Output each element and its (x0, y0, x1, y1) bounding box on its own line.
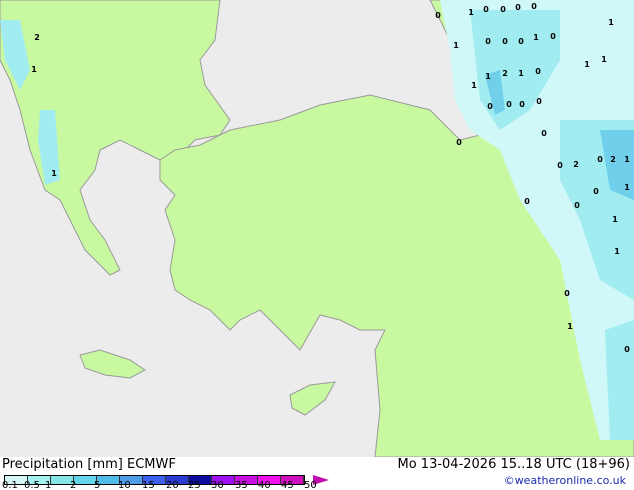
precip-value-label: 0 (541, 129, 547, 138)
precip-value-label: 2 (502, 69, 508, 78)
precip-value-label: 2 (34, 33, 40, 42)
precip-value-label: 0 (524, 197, 530, 206)
precip-value-label: 0 (536, 97, 542, 106)
precip-value-label: 0 (550, 32, 556, 41)
precip-value-label: 1 (624, 183, 630, 192)
precip-value-label: 0 (597, 155, 603, 164)
scale-tick-label: 30 (211, 480, 224, 490)
precip-value-label: 1 (584, 60, 590, 69)
precip-value-label: 0 (518, 37, 524, 46)
scale-tick-label: 35 (235, 480, 248, 490)
precip-value-label: 1 (51, 169, 57, 178)
precip-value-label: 1 (601, 55, 607, 64)
precip-value-label: 1 (608, 18, 614, 27)
precip-value-label: 1 (485, 72, 491, 81)
precip-value-label: 0 (557, 161, 563, 170)
precip-value-label: 1 (468, 8, 474, 17)
precip-value-label: 0 (435, 11, 441, 20)
precip-value-label: 1 (31, 65, 37, 74)
scale-tick-label: 45 (281, 480, 294, 490)
precip-value-label: 0 (502, 37, 508, 46)
scale-tick-label: 0.5 (24, 480, 40, 490)
precip-value-label: 0 (456, 138, 462, 147)
precip-value-label: 0 (593, 187, 599, 196)
precip-value-label: 1 (614, 247, 620, 256)
precip-value-label: 1 (518, 69, 524, 78)
scale-swatch (97, 476, 120, 484)
scale-tick-label: 0.1 (2, 480, 18, 490)
precip-value-label: 0 (515, 3, 521, 12)
weather-map-view: 0100001211000101112101000010002021011001… (0, 0, 634, 490)
scale-tick-label: 50 (304, 480, 317, 490)
scale-tick-label: 15 (142, 480, 155, 490)
precip-value-label: 0 (519, 100, 525, 109)
precip-value-label: 0 (487, 102, 493, 111)
precip-value-label: 0 (506, 100, 512, 109)
precipitation-map[interactable]: 0 1 0 0 0 01211 0 0 0 1 0111 2 1 010 0 0 01000202 10 110 01… (0, 0, 634, 457)
precip-value-label: 0 (483, 5, 489, 14)
scale-tick-label: 1 (45, 480, 52, 490)
scale-tick-label: 10 (118, 480, 131, 490)
precip-value-label: 0 (574, 201, 580, 210)
precip-value-label: 0 (531, 2, 537, 11)
precip-value-label: 1 (567, 322, 573, 331)
precip-value-label: 0 (500, 5, 506, 14)
map-title: Precipitation [mm] ECMWF (2, 457, 176, 472)
precip-value-label: 2 (610, 155, 616, 164)
precip-value-label: 0 (485, 37, 491, 46)
valid-datetime: Mo 13-04-2026 15..18 UTC (18+96) (397, 457, 631, 472)
precip-value-label: 0 (624, 345, 630, 354)
legend-footer: Precipitation [mm] ECMWF Mo 13-04-2026 1… (0, 457, 634, 490)
precip-value-label: 1 (453, 41, 459, 50)
precip-value-label: 0 (564, 289, 570, 298)
scale-tick-label: 25 (188, 480, 201, 490)
scale-tick-label: 40 (258, 480, 271, 490)
credit-link[interactable]: ©weatheronline.co.uk (504, 474, 626, 487)
precip-value-label: 1 (471, 81, 477, 90)
precip-value-label: 0 (535, 67, 541, 76)
precip-value-label: 2 (573, 160, 579, 169)
precip-value-label: 1 (612, 215, 618, 224)
scale-tick-label: 20 (166, 480, 179, 490)
precip-value-label: 1 (533, 33, 539, 42)
scale-tick-label: 5 (94, 480, 101, 490)
scale-tick-label: 2 (70, 480, 77, 490)
precip-value-label: 1 (624, 155, 630, 164)
